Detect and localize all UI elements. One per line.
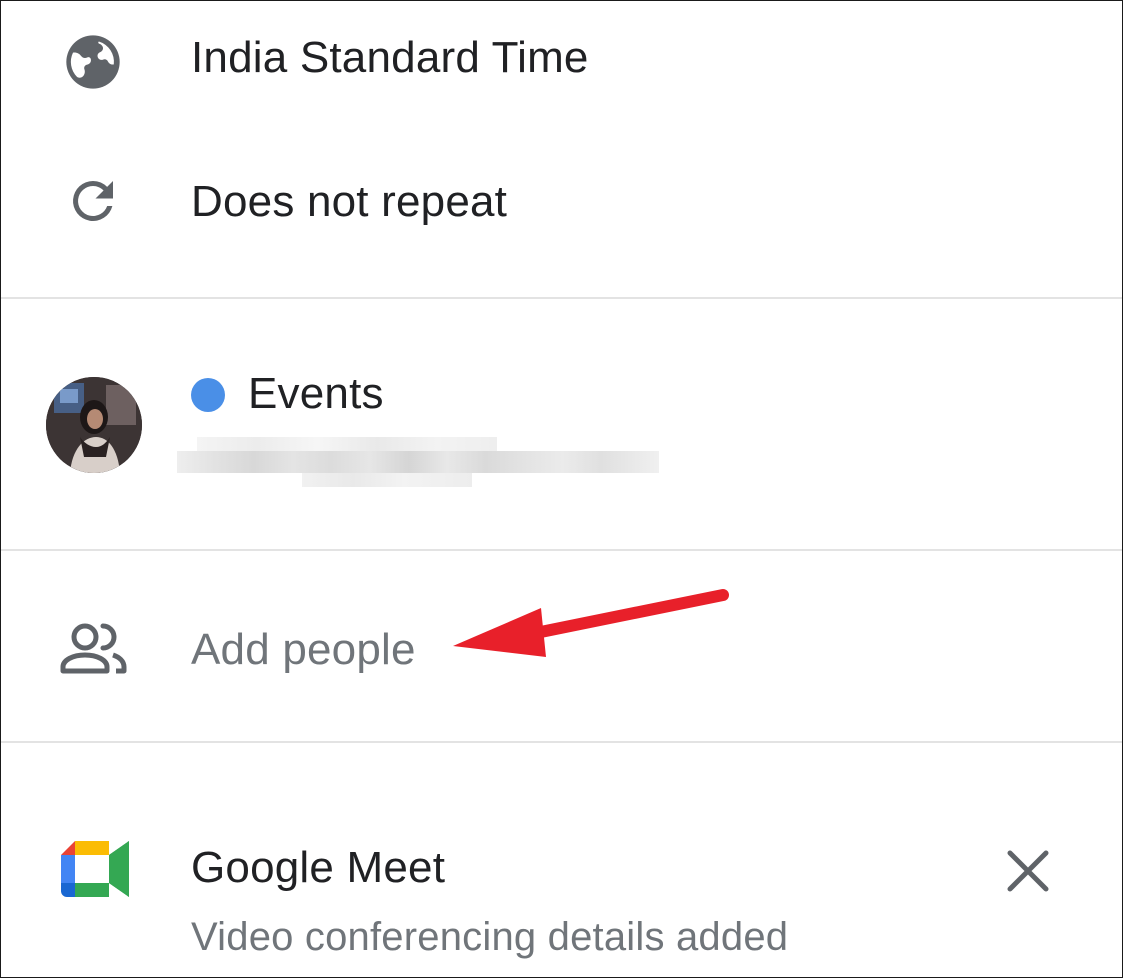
calendar-color-dot: [191, 378, 225, 412]
close-icon[interactable]: [998, 841, 1058, 901]
add-people-row[interactable]: Add people: [1, 551, 1122, 741]
repeat-row[interactable]: Does not repeat: [1, 141, 1122, 271]
avatar: [46, 377, 142, 473]
people-icon: [59, 621, 129, 677]
event-details-panel: India Standard Time Does not repeat Even…: [0, 0, 1123, 978]
timezone-label: India Standard Time: [191, 33, 589, 82]
globe-icon: [61, 30, 125, 94]
repeat-label: Does not repeat: [191, 177, 508, 226]
conference-title: Google Meet: [191, 843, 446, 892]
repeat-icon: [63, 171, 123, 231]
conference-row[interactable]: Google Meet Video conferencing details a…: [1, 743, 1122, 977]
google-meet-icon: [61, 841, 129, 897]
redacted-account-email: [177, 437, 659, 489]
calendar-row[interactable]: Events: [1, 299, 1122, 549]
calendar-name: Events: [248, 369, 384, 418]
add-people-placeholder[interactable]: Add people: [191, 625, 416, 675]
timezone-row[interactable]: India Standard Time: [1, 1, 1122, 121]
conference-subtitle: Video conferencing details added: [191, 915, 789, 959]
